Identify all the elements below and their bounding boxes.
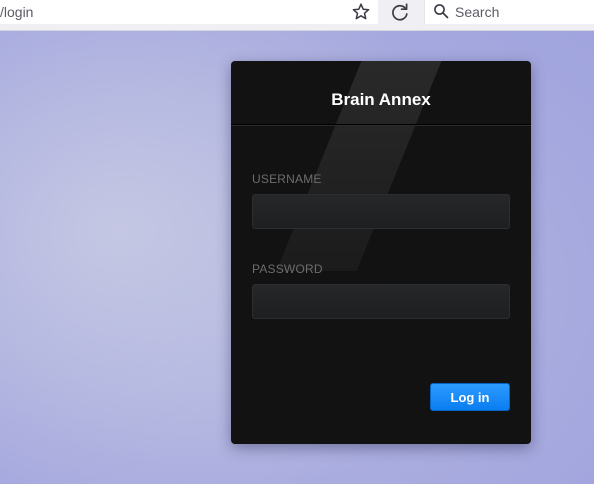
login-button[interactable]: Log in bbox=[430, 383, 510, 411]
bookmark-button[interactable] bbox=[350, 1, 372, 23]
username-input[interactable] bbox=[252, 194, 510, 229]
reload-icon bbox=[392, 3, 408, 21]
password-label: PASSWORD bbox=[252, 262, 323, 276]
search-placeholder[interactable]: Search bbox=[455, 4, 499, 20]
search-box[interactable]: Search bbox=[424, 0, 594, 24]
card-divider bbox=[231, 125, 531, 126]
search-icon bbox=[433, 3, 449, 19]
url-text[interactable]: /login bbox=[0, 4, 33, 20]
username-label: USERNAME bbox=[252, 172, 322, 186]
card-title: Brain Annex bbox=[331, 90, 431, 109]
address-bar[interactable]: /login bbox=[0, 0, 378, 24]
card-header: Brain Annex bbox=[231, 61, 531, 125]
login-card: Brain Annex USERNAME PASSWORD Log in bbox=[231, 61, 531, 444]
star-icon bbox=[352, 3, 370, 20]
password-input[interactable] bbox=[252, 284, 510, 319]
browser-toolbar: /login Search bbox=[0, 0, 594, 31]
reload-button[interactable] bbox=[388, 0, 412, 24]
